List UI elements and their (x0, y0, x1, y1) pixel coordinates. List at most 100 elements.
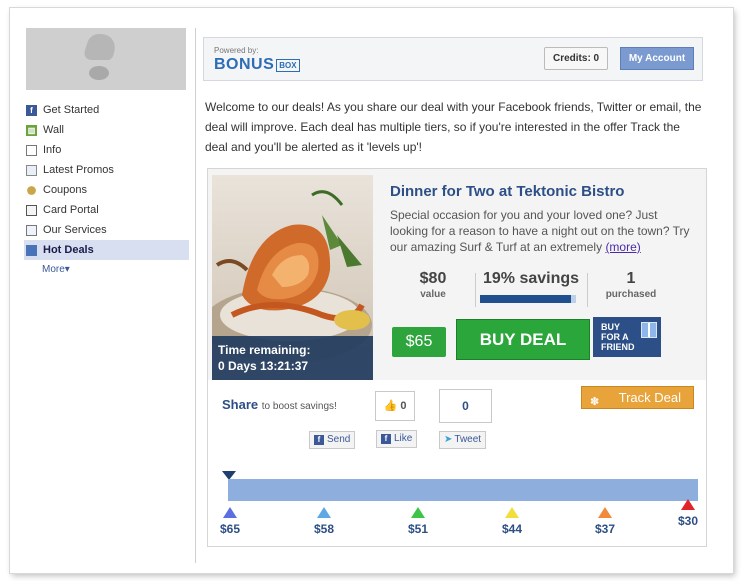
tier-price: $30 (677, 514, 699, 528)
deal-value: $80 (419, 270, 447, 287)
tier-triangle-icon (505, 507, 519, 518)
like-label: Like (394, 433, 413, 444)
sidebar-item-label: Card Portal (43, 204, 99, 216)
powered-by-label: Powered by: (214, 46, 259, 55)
deal-title[interactable]: Dinner for Two at Tektonic Bistro (390, 183, 624, 200)
sidebar-item-label: Hot Deals (43, 244, 94, 256)
thumbs-up-icon: 👍 (383, 400, 398, 412)
sidebar-item-card-portal[interactable]: Card Portal (24, 200, 189, 220)
tier-level: $51 (398, 507, 438, 536)
facebook-send-button[interactable]: f Send (309, 431, 356, 449)
paw-icon: ✽ (590, 396, 600, 408)
tier-price: $44 (501, 522, 523, 536)
sidebar-item-latest-promos[interactable]: Latest Promos (24, 160, 189, 180)
column-divider (195, 28, 196, 563)
deal-more-link[interactable]: (more) (605, 240, 640, 254)
hot-deals-icon (26, 244, 37, 256)
coupon-icon (27, 185, 36, 195)
deal-purchased-label: purchased (605, 289, 657, 300)
share-subtitle: to boost savings! (261, 401, 337, 412)
deal-purchased-stat: 1 purchased (591, 269, 671, 313)
tier-level: $30 (668, 499, 708, 528)
deal-panel: Time remaining: 0 Days 13:21:37 Dinner f… (207, 168, 707, 547)
deal-value-stat: $80 value (393, 269, 473, 313)
tier-triangle-icon (411, 507, 425, 518)
track-deal-label: Track Deal (618, 390, 681, 405)
deal-description-text: Special occasion for you and your loved … (390, 208, 690, 254)
facebook-icon: f (381, 434, 391, 444)
deal-summary: Time remaining: 0 Days 13:21:37 Dinner f… (208, 169, 706, 380)
friend-line: FRIEND (601, 342, 635, 352)
sidebar: f Get Started ▥ Wall Info Latest Promos … (24, 100, 189, 275)
tier-price: $51 (407, 522, 429, 536)
share-heading: Share to boost savings! (222, 397, 337, 412)
card-icon (26, 204, 37, 216)
deal-savings: 19% savings (482, 270, 580, 287)
tier-price: $58 (313, 522, 335, 536)
tier-triangle-icon (317, 507, 331, 518)
time-remaining-label: Time remaining: (218, 343, 311, 357)
stat-divider (587, 273, 588, 307)
tweet-counter: 0 (439, 389, 492, 423)
tier-level: $37 (585, 507, 625, 536)
tier-level: $58 (304, 507, 344, 536)
facebook-icon: f (314, 435, 324, 445)
bonusbox-header: Powered by: BONUS BOX Credits: 0 My Acco… (203, 37, 703, 81)
wall-icon: ▥ (26, 124, 37, 136)
tier-triangle-icon (598, 507, 612, 518)
profile-picture[interactable] (26, 28, 186, 90)
deal-purchased-count: 1 (626, 270, 636, 287)
sidebar-item-info[interactable]: Info (24, 140, 189, 160)
facebook-icon: f (26, 104, 37, 116)
track-deal-button[interactable]: ✽ Track Deal (581, 386, 694, 409)
info-icon (26, 144, 37, 156)
tier-triangle-icon (223, 507, 237, 518)
credits-badge: Credits: 0 (544, 47, 609, 70)
twitter-bird-icon: ➤ (444, 434, 453, 445)
savings-progress-bar (480, 295, 576, 303)
sidebar-item-wall[interactable]: ▥ Wall (24, 120, 189, 140)
my-account-button[interactable]: My Account (620, 47, 694, 70)
buy-for-friend-button[interactable]: BUY FOR A FRIEND (593, 317, 661, 357)
logo-box: BOX (276, 58, 300, 72)
tier-price: $37 (594, 522, 616, 536)
buy-deal-button[interactable]: BUY DEAL (456, 319, 590, 360)
tweet-count: 0 (462, 399, 469, 413)
time-remaining-box: Time remaining: 0 Days 13:21:37 (212, 336, 373, 380)
tier-level: $44 (492, 507, 532, 536)
savings-progress-fill (480, 295, 572, 303)
sidebar-more-link[interactable]: More▾ (42, 264, 189, 275)
tweet-button[interactable]: ➤ Tweet (439, 431, 487, 449)
deal-price-tag: $65 (392, 327, 446, 357)
welcome-text: Welcome to our deals! As you share our d… (205, 100, 702, 154)
promo-icon (26, 164, 37, 176)
logo-word: BONUS (214, 56, 275, 73)
sidebar-item-hot-deals[interactable]: Hot Deals (24, 240, 189, 260)
tier-progress-bar (228, 479, 698, 501)
tier-price: $65 (219, 522, 241, 536)
sidebar-item-get-started[interactable]: f Get Started (24, 100, 189, 120)
sidebar-item-label: Info (43, 144, 62, 156)
sidebar-item-label: Coupons (43, 184, 88, 196)
send-label: Send (327, 434, 351, 445)
bonusbox-logo: BONUS BOX (214, 56, 300, 74)
deal-photo: Time remaining: 0 Days 13:21:37 (212, 175, 373, 380)
stat-divider (475, 273, 476, 307)
sidebar-item-label: Get Started (43, 104, 100, 116)
like-count: 0 (400, 400, 407, 412)
tweet-label: Tweet (454, 434, 482, 445)
sidebar-item-our-services[interactable]: Our Services (24, 220, 189, 240)
like-counter: 👍 0 (375, 391, 415, 421)
sidebar-item-label: Wall (43, 124, 64, 136)
sidebar-item-label: Our Services (43, 224, 107, 236)
facebook-like-button[interactable]: f Like (376, 430, 418, 448)
services-icon (26, 224, 37, 236)
gift-icon (641, 322, 657, 338)
sidebar-item-coupons[interactable]: Coupons (24, 180, 189, 200)
sidebar-item-label: Latest Promos (43, 164, 114, 176)
deal-description: Special occasion for you and your loved … (390, 207, 690, 255)
deal-value-label: value (420, 289, 446, 300)
share-title: Share (222, 397, 259, 412)
tier-triangle-icon (681, 499, 695, 510)
time-remaining-value: 0 Days 13:21:37 (218, 359, 309, 373)
